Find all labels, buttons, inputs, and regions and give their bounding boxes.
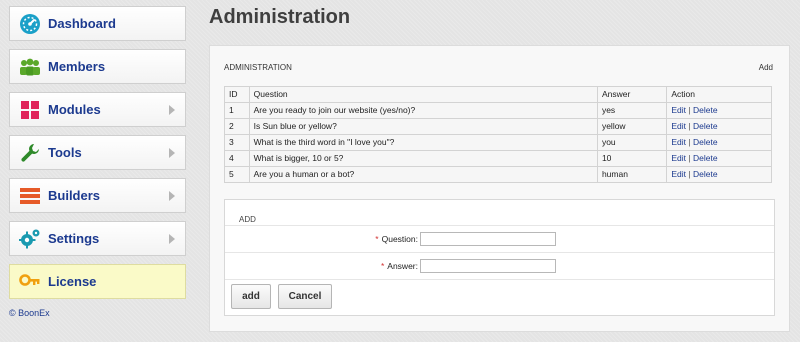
add-button[interactable]: add (231, 284, 271, 309)
cell-answer: you (596, 134, 668, 151)
chevron-right-icon (169, 105, 175, 115)
action-separator: | (688, 137, 691, 147)
answer-row: * Answer: (225, 252, 774, 280)
required-mark: * (375, 234, 379, 244)
sidebar-item-builders[interactable]: Builders (9, 178, 186, 213)
add-form-caption: ADD (239, 215, 256, 224)
sidebar-item-label: Builders (48, 188, 101, 203)
table-row: 4 What is bigger, 10 or 5? 10 Edit | Del… (224, 150, 772, 167)
column-header-id: ID (224, 86, 250, 103)
wrench-icon (19, 142, 41, 164)
table-header-row: ID Question Answer Action (224, 86, 772, 103)
column-header-question: Question (248, 86, 598, 103)
cell-id: 4 (224, 150, 250, 167)
sidebar-item-label: Modules (48, 102, 101, 117)
sidebar-item-tools[interactable]: Tools (9, 135, 186, 170)
cell-answer: yes (596, 102, 668, 119)
members-icon (19, 56, 41, 78)
section-header: ADMINISTRATION Add (224, 62, 773, 72)
add-form: ADD * Question: * Answer: add Cancel (224, 199, 775, 316)
cell-action: Edit | Delete (666, 134, 772, 151)
key-icon (19, 271, 41, 293)
cell-id: 1 (224, 102, 250, 119)
edit-link[interactable]: Edit (671, 153, 686, 163)
cell-question: What is the third word in "I love you"? (248, 134, 598, 151)
question-label-text: Question: (381, 234, 418, 244)
chevron-right-icon (169, 234, 175, 244)
cell-answer: 10 (596, 150, 668, 167)
cell-question: Is Sun blue or yellow? (248, 118, 598, 135)
sidebar-item-label: Dashboard (48, 16, 116, 31)
edit-link[interactable]: Edit (671, 105, 686, 115)
delete-link[interactable]: Delete (693, 137, 718, 147)
sidebar-item-license[interactable]: License (9, 264, 186, 299)
copyright-link[interactable]: © BoonEx (9, 308, 50, 318)
sidebar-item-label: Members (48, 59, 106, 74)
delete-link[interactable]: Delete (693, 153, 718, 163)
cell-answer: yellow (596, 118, 668, 135)
gears-icon (19, 228, 41, 250)
question-row: * Question: (225, 225, 774, 252)
sidebar-item-label: Settings (48, 231, 100, 246)
action-separator: | (688, 169, 691, 179)
dashboard-icon (19, 13, 41, 35)
administration-section: ADMINISTRATION Add ID Question Answer Ac… (224, 62, 773, 183)
chevron-right-icon (169, 191, 175, 201)
chevron-right-icon (169, 148, 175, 158)
sidebar-item-dashboard[interactable]: Dashboard (9, 6, 186, 41)
answer-label: * Answer: (225, 261, 420, 271)
page-title: Administration (209, 6, 351, 28)
action-separator: | (688, 105, 691, 115)
modules-icon (19, 99, 41, 121)
table-row: 5 Are you a human or a bot? human Edit |… (224, 166, 772, 183)
delete-link[interactable]: Delete (693, 105, 718, 115)
cell-action: Edit | Delete (666, 102, 772, 119)
answer-input[interactable] (420, 259, 556, 273)
table-row: 1 Are you ready to join our website (yes… (224, 102, 772, 119)
sidebar-item-members[interactable]: Members (9, 49, 186, 84)
action-separator: | (688, 121, 691, 131)
table-row: 3 What is the third word in "I love you"… (224, 134, 772, 151)
cell-action: Edit | Delete (666, 166, 772, 183)
column-header-answer: Answer (596, 86, 668, 103)
edit-link[interactable]: Edit (671, 169, 686, 179)
action-separator: | (688, 153, 691, 163)
sidebar: Dashboard Members Modules Tools Builders… (9, 6, 186, 307)
cell-id: 5 (224, 166, 250, 183)
cell-answer: human (596, 166, 668, 183)
cancel-button[interactable]: Cancel (278, 284, 332, 309)
cell-id: 2 (224, 118, 250, 135)
main-panel: ADMINISTRATION Add ID Question Answer Ac… (209, 45, 790, 332)
section-caption: ADMINISTRATION (224, 62, 292, 72)
question-input[interactable] (420, 232, 556, 246)
cell-id: 3 (224, 134, 250, 151)
cell-action: Edit | Delete (666, 118, 772, 135)
cell-question: Are you a human or a bot? (248, 166, 598, 183)
question-label: * Question: (225, 234, 420, 244)
edit-link[interactable]: Edit (671, 137, 686, 147)
cell-question: What is bigger, 10 or 5? (248, 150, 598, 167)
cell-question: Are you ready to join our website (yes/n… (248, 102, 598, 119)
sidebar-item-label: License (48, 274, 97, 289)
delete-link[interactable]: Delete (693, 169, 718, 179)
sidebar-item-modules[interactable]: Modules (9, 92, 186, 127)
builders-icon (19, 185, 41, 207)
column-header-action: Action (666, 86, 772, 103)
table-row: 2 Is Sun blue or yellow? yellow Edit | D… (224, 118, 772, 135)
answer-label-text: Answer: (387, 261, 418, 271)
add-link[interactable]: Add (759, 63, 773, 72)
questions-table: ID Question Answer Action 1 Are you read… (224, 86, 772, 183)
required-mark: * (380, 261, 385, 271)
sidebar-item-label: Tools (48, 145, 82, 160)
edit-link[interactable]: Edit (671, 121, 686, 131)
delete-link[interactable]: Delete (693, 121, 718, 131)
cell-action: Edit | Delete (666, 150, 772, 167)
sidebar-item-settings[interactable]: Settings (9, 221, 186, 256)
